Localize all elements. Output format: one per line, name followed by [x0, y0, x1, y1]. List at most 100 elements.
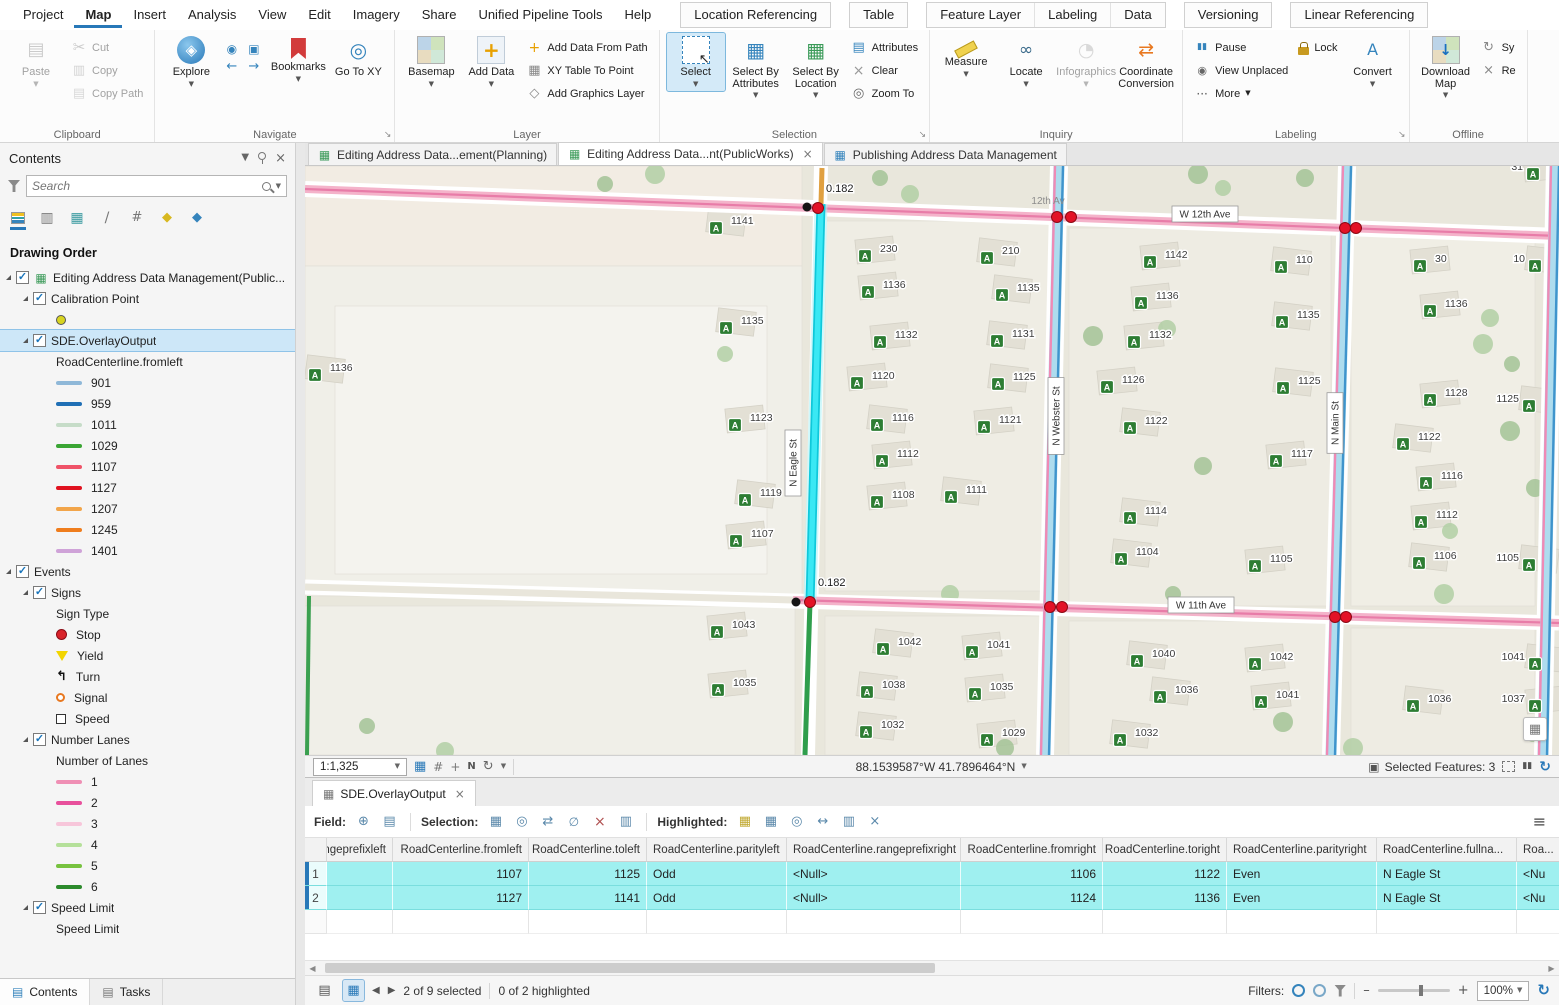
delete-selected-button[interactable]: × [589, 811, 610, 832]
column-header-roadcenterline-parityleft[interactable]: RoadCenterline.parityleft [647, 838, 787, 862]
copy-button[interactable]: ▥Copy [68, 61, 146, 80]
row-number[interactable]: 2 [305, 886, 327, 910]
address-marker[interactable]: A [859, 250, 872, 263]
address-marker[interactable]: A [1527, 168, 1540, 181]
address-marker[interactable]: A [1124, 422, 1137, 435]
lock-button[interactable]: Lock [1295, 38, 1340, 57]
selection-view-button[interactable]: ▦ [68, 208, 86, 230]
address-marker[interactable]: A [309, 369, 322, 382]
menu-item-view[interactable]: View [247, 3, 297, 28]
zoom-out-icon[interactable]: – [1363, 984, 1370, 997]
selected-sign-feature[interactable] [1052, 212, 1063, 223]
legend-item-stop[interactable]: Stop [0, 624, 295, 645]
menu-item-share[interactable]: Share [411, 3, 468, 28]
filter-toggle-icon[interactable] [1292, 984, 1305, 997]
add-data-from-path-button[interactable]: +Add Data From Path [523, 38, 650, 57]
address-marker[interactable]: A [1414, 260, 1427, 273]
selected-sign-feature[interactable] [1057, 602, 1068, 613]
legend-item-signal[interactable]: Signal [0, 687, 295, 708]
address-marker[interactable]: A [1135, 297, 1148, 310]
attributes-button[interactable]: ▤Attributes [848, 38, 921, 57]
selected-sign-feature[interactable] [1045, 602, 1056, 613]
horizontal-scrollbar[interactable]: ◀ ▶ [305, 960, 1559, 975]
zoom-to-button[interactable]: ◎Zoom To [848, 84, 921, 103]
bookmarks-button[interactable]: Bookmarks▼ [269, 33, 327, 86]
tasks-tab[interactable]: ▤ Tasks [90, 979, 163, 1005]
dropdown-icon[interactable]: ▼ [501, 763, 506, 770]
coordinate-conversion-button[interactable]: ⇄Coordinate Conversion [1117, 33, 1175, 93]
legend-item-3[interactable]: 3 [0, 813, 295, 834]
nav-forward-button[interactable]: → [246, 59, 265, 74]
menu-item-analysis[interactable]: Analysis [177, 3, 247, 28]
pause-drawing-icon[interactable]: ▮▮ [1522, 762, 1532, 771]
address-marker[interactable]: A [1397, 438, 1410, 451]
expander-icon[interactable] [6, 275, 11, 280]
address-marker[interactable]: A [1249, 560, 1262, 573]
menu-item-help[interactable]: Help [614, 3, 663, 28]
table-cell[interactable]: Odd [647, 886, 787, 910]
table-cell[interactable] [327, 886, 393, 910]
calibration-point-feature[interactable] [803, 203, 812, 212]
row-number[interactable]: 1 [305, 862, 327, 886]
panel-splitter[interactable] [296, 143, 305, 1005]
address-marker[interactable]: A [969, 688, 982, 701]
dialog-launcher-icon[interactable]: ↘ [919, 131, 927, 140]
column-header-ngeprefixleft[interactable]: ngeprefixleft [327, 838, 393, 862]
legend-item-1029[interactable]: 1029 [0, 435, 295, 456]
address-marker[interactable]: A [966, 646, 979, 659]
checkbox[interactable]: ✓ [33, 334, 46, 347]
zoom-full-button[interactable]: ◉ [224, 41, 243, 56]
address-marker[interactable]: A [978, 421, 991, 434]
selected-features-indicator[interactable]: ▣ Selected Features: 3 [1368, 760, 1495, 774]
clear-selection-button[interactable]: ∅ [563, 811, 584, 832]
address-marker[interactable]: A [1270, 455, 1283, 468]
table-cell[interactable] [327, 862, 393, 886]
address-marker[interactable]: A [1424, 305, 1437, 318]
map-tab-editing-address-data-nt-publicworks[interactable]: ▦Editing Address Data...nt(PublicWorks)× [558, 142, 823, 165]
expander-icon[interactable] [23, 590, 28, 595]
address-marker[interactable]: A [1114, 734, 1127, 747]
table-cell[interactable]: 1124 [961, 886, 1103, 910]
select-by-location-button[interactable]: ▦Select By Location▼ [787, 33, 845, 102]
address-marker[interactable]: A [1523, 400, 1536, 413]
unhighlight-button[interactable]: ▦ [760, 811, 781, 832]
select-by-attributes-button[interactable]: ▦ [485, 811, 506, 832]
address-marker[interactable]: A [876, 455, 889, 468]
paste-button[interactable]: ▤Paste▼ [7, 33, 65, 91]
convert-button[interactable]: AConvert▼ [1344, 33, 1402, 91]
address-marker[interactable]: A [1424, 394, 1437, 407]
address-marker[interactable]: A [1131, 655, 1144, 668]
legend-item-1207[interactable]: 1207 [0, 498, 295, 519]
address-marker[interactable]: A [996, 289, 1009, 302]
layer-item-sde-overlayoutput[interactable]: ✓SDE.OverlayOutput [0, 330, 295, 351]
record-previous-icon[interactable]: ◀ [372, 986, 380, 996]
layer-item-speed-limit[interactable]: ✓Speed Limit [0, 897, 295, 918]
selected-sign-feature[interactable] [1341, 612, 1352, 623]
address-marker[interactable]: A [730, 535, 743, 548]
expander-icon[interactable] [23, 737, 28, 742]
symbology-view-button[interactable]: ◆ [188, 208, 206, 230]
menu-item-project[interactable]: Project [12, 3, 74, 28]
address-marker[interactable]: A [1415, 516, 1428, 529]
rotate-icon[interactable]: ↻ [483, 760, 494, 773]
address-marker[interactable]: A [1529, 658, 1542, 671]
explore-button[interactable]: ◈Explore▼ [162, 33, 220, 91]
close-icon[interactable]: × [275, 152, 286, 165]
address-marker[interactable]: A [720, 322, 733, 335]
address-marker[interactable]: A [981, 734, 994, 747]
address-marker[interactable]: A [992, 378, 1005, 391]
column-header-roadcenterline-fromleft[interactable]: RoadCenterline.fromleft [393, 838, 529, 862]
map-tab-editing-address-data-ement-planning[interactable]: ▦Editing Address Data...ement(Planning) [308, 143, 557, 165]
scroll-right-icon[interactable]: ▶ [1544, 964, 1559, 973]
zoom-to-selection-button[interactable]: ◎ [511, 811, 532, 832]
table-cell[interactable]: Even [1227, 886, 1377, 910]
filter-toggle2-icon[interactable] [1313, 984, 1326, 997]
address-marker[interactable]: A [860, 726, 873, 739]
address-marker[interactable]: A [1275, 261, 1288, 274]
infographics-button[interactable]: ◔Infographics▼ [1057, 33, 1115, 91]
contents-tab[interactable]: ▤ Contents [0, 979, 90, 1005]
address-marker[interactable]: A [945, 491, 958, 504]
address-marker[interactable]: A [1249, 658, 1262, 671]
table-menu-button[interactable]: ≡ [1529, 811, 1550, 832]
add-graphics-layer-button[interactable]: ◇Add Graphics Layer [523, 84, 650, 103]
